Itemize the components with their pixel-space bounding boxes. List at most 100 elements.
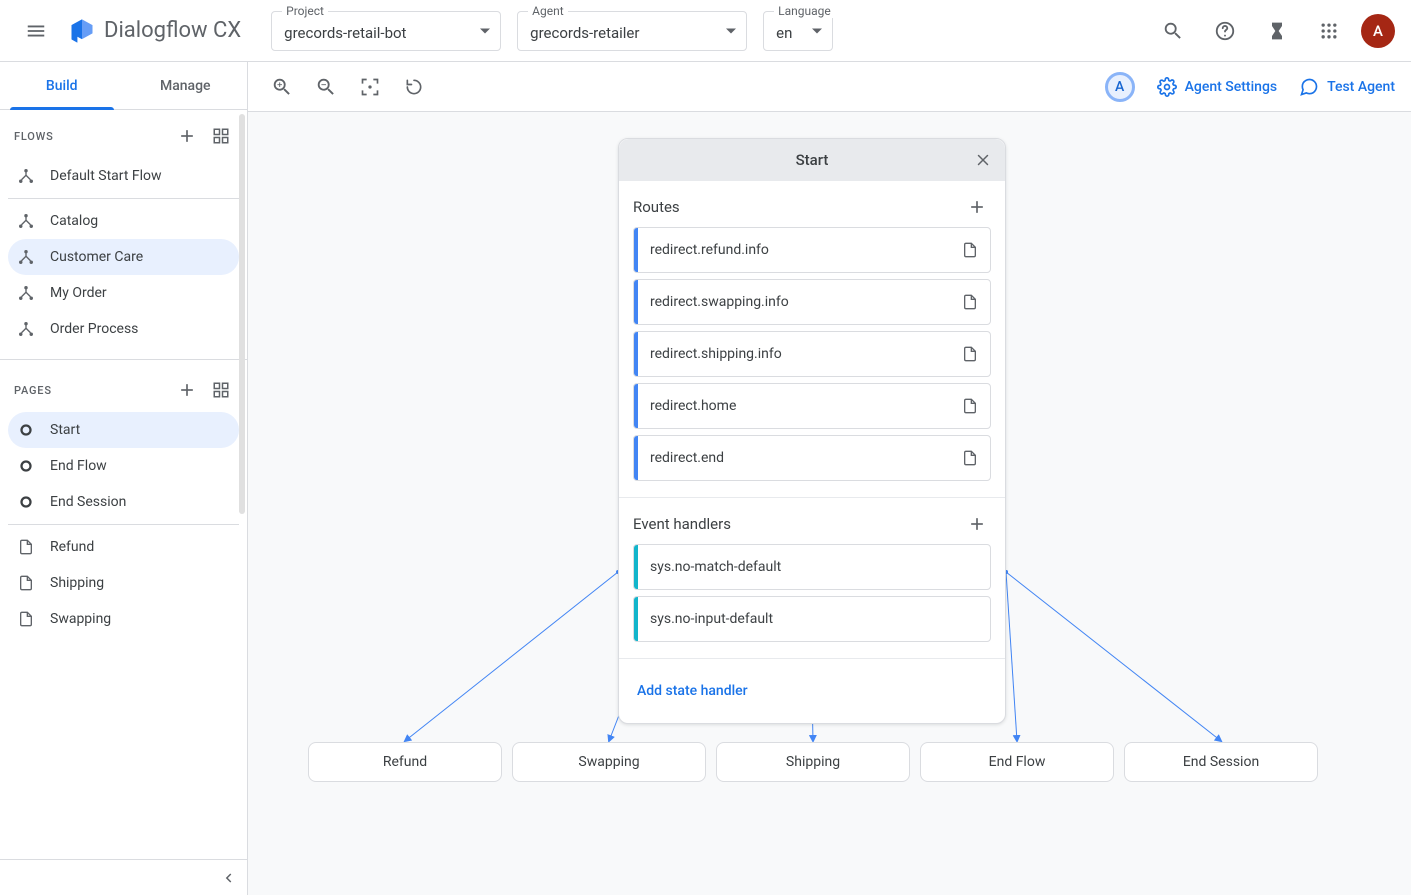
reset-button[interactable] xyxy=(396,69,432,105)
route-item[interactable]: redirect.swapping.info xyxy=(633,279,991,325)
route-item[interactable]: redirect.refund.info xyxy=(633,227,991,273)
apps-button[interactable] xyxy=(1309,11,1349,51)
user-avatar[interactable]: A xyxy=(1361,14,1395,48)
selector-value: en xyxy=(776,24,792,42)
sidebar-item-label: Default Start Flow xyxy=(50,168,162,184)
flows-grid-button[interactable] xyxy=(207,122,235,150)
sidebar-page-item[interactable]: Refund xyxy=(8,529,239,565)
route-item[interactable]: redirect.end xyxy=(633,435,991,481)
page-icon xyxy=(16,575,36,591)
page-icon xyxy=(950,346,990,362)
pages-label: PAGES xyxy=(14,384,52,397)
search-icon xyxy=(1162,20,1184,42)
search-button[interactable] xyxy=(1153,11,1193,51)
tab-build[interactable]: Build xyxy=(0,62,124,109)
page-icon xyxy=(950,450,990,466)
flow-node-refund[interactable]: Refund xyxy=(308,742,502,782)
sidebar-page-item[interactable]: Shipping xyxy=(8,565,239,601)
node-label: Shipping xyxy=(786,754,840,770)
flow-canvas[interactable]: Start Routes redirect.refund.inforedirec… xyxy=(248,112,1411,895)
reset-icon xyxy=(404,77,424,97)
brand: Dialogflow CX xyxy=(68,17,241,45)
add-route-button[interactable] xyxy=(963,193,991,221)
sidebar-item-label: Customer Care xyxy=(50,249,143,265)
apps-icon xyxy=(1319,21,1339,41)
route-label: redirect.end xyxy=(638,450,950,466)
card-title: Start xyxy=(796,151,829,169)
sidebar-flow-item[interactable]: Default Start Flow xyxy=(8,158,239,194)
sidebar-flow-item[interactable]: Catalog xyxy=(8,203,239,239)
pages-grid-button[interactable] xyxy=(207,376,235,404)
circle-icon xyxy=(16,421,36,439)
collapse-sidebar-button[interactable] xyxy=(0,859,247,895)
sidebar-item-label: My Order xyxy=(50,285,107,301)
sidebar-tabs: Build Manage xyxy=(0,62,247,110)
add-handler-button[interactable] xyxy=(963,510,991,538)
language-selector[interactable]: Language en xyxy=(763,11,833,51)
test-agent-button[interactable]: Test Agent xyxy=(1299,77,1395,97)
card-header: Start xyxy=(619,139,1005,181)
sidebar-page-item[interactable]: Start xyxy=(8,412,239,448)
sidebar-item-label: Shipping xyxy=(50,575,104,591)
flow-node-swapping[interactable]: Swapping xyxy=(512,742,706,782)
menu-button[interactable] xyxy=(16,11,56,51)
handler-item[interactable]: sys.no-match-default xyxy=(633,544,991,590)
node-label: Refund xyxy=(383,754,427,770)
hourglass-button[interactable] xyxy=(1257,11,1297,51)
app-header: Dialogflow CX Project grecords-retail-bo… xyxy=(0,0,1411,62)
sidebar-item-label: Refund xyxy=(50,539,94,555)
sidebar-item-label: Swapping xyxy=(50,611,111,627)
pages-section-header: PAGES xyxy=(0,364,247,412)
add-flow-button[interactable] xyxy=(173,122,201,150)
close-card-button[interactable] xyxy=(969,146,997,174)
scrollbar[interactable] xyxy=(239,114,245,514)
tab-manage[interactable]: Manage xyxy=(124,62,248,109)
flow-icon xyxy=(16,212,36,230)
node-label: End Session xyxy=(1183,754,1259,770)
handler-label: sys.no-input-default xyxy=(638,611,990,627)
sidebar-flow-item[interactable]: My Order xyxy=(8,275,239,311)
fit-button[interactable] xyxy=(352,69,388,105)
zoom-out-button[interactable] xyxy=(308,69,344,105)
dialogflow-logo-icon xyxy=(68,17,96,45)
sidebar-page-item[interactable]: End Session xyxy=(8,484,239,520)
agent-selector[interactable]: Agent grecords-retailer xyxy=(517,11,747,51)
plus-icon xyxy=(177,380,197,400)
add-page-button[interactable] xyxy=(173,376,201,404)
brand-text: Dialogflow CX xyxy=(104,18,241,43)
route-item[interactable]: redirect.home xyxy=(633,383,991,429)
route-label: redirect.refund.info xyxy=(638,242,950,258)
sidebar-page-item[interactable]: Swapping xyxy=(8,601,239,637)
route-item[interactable]: redirect.shipping.info xyxy=(633,331,991,377)
flow-node-shipping[interactable]: Shipping xyxy=(716,742,910,782)
help-icon xyxy=(1214,20,1236,42)
handler-item[interactable]: sys.no-input-default xyxy=(633,596,991,642)
flows-label: FLOWS xyxy=(14,130,54,143)
help-button[interactable] xyxy=(1205,11,1245,51)
zoom-out-icon xyxy=(315,76,337,98)
sidebar-flow-item[interactable]: Order Process xyxy=(8,311,239,347)
page-icon xyxy=(16,611,36,627)
add-state-handler-button[interactable]: Add state handler xyxy=(633,669,991,713)
flows-list: Default Start Flow Catalog Customer Care My… xyxy=(0,158,247,355)
sidebar-item-label: Start xyxy=(50,422,80,438)
flows-section-header: FLOWS xyxy=(0,110,247,158)
flow-icon xyxy=(16,320,36,338)
flow-node-end-flow[interactable]: End Flow xyxy=(920,742,1114,782)
agent-settings-button[interactable]: Agent Settings xyxy=(1157,77,1277,97)
main: A Agent Settings Test Agent xyxy=(248,62,1411,895)
sidebar-page-item[interactable]: End Flow xyxy=(8,448,239,484)
sidebar-flow-item[interactable]: Customer Care xyxy=(8,239,239,275)
project-selector[interactable]: Project grecords-retail-bot xyxy=(271,11,501,51)
collaborator-avatar[interactable]: A xyxy=(1105,72,1135,102)
selector-label: Agent xyxy=(528,4,567,18)
zoom-in-button[interactable] xyxy=(264,69,300,105)
sidebar-item-label: Catalog xyxy=(50,213,98,229)
flow-node-end-session[interactable]: End Session xyxy=(1124,742,1318,782)
sidebar-item-label: End Session xyxy=(50,494,126,510)
start-page-card[interactable]: Start Routes redirect.refund.inforedirec… xyxy=(618,138,1006,724)
sidebar: Build Manage FLOWS Default Start Flow Cat… xyxy=(0,62,248,895)
grid-icon xyxy=(212,381,230,399)
canvas-toolbar: A Agent Settings Test Agent xyxy=(248,62,1411,112)
sidebar-item-label: Order Process xyxy=(50,321,138,337)
